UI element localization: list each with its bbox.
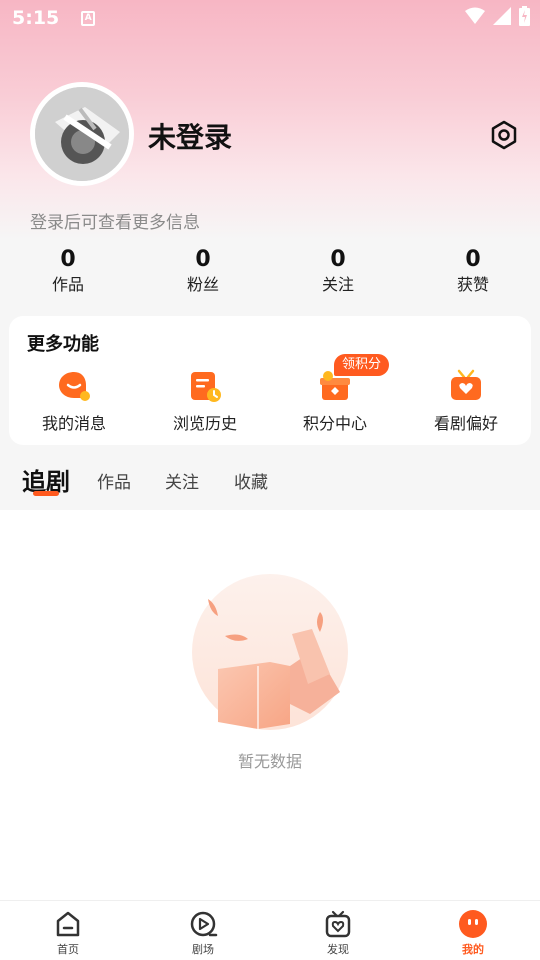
feature-messages[interactable]: 我的消息 [9, 368, 139, 438]
active-tab-indicator [33, 491, 59, 496]
status-time: 5:15 [12, 7, 60, 29]
more-features-card: 更多功能 我的消息 浏览历史 积分中心 看剧偏好 [9, 316, 531, 445]
stats-row: 0 作品 0 粉丝 0 关注 0 获赞 [0, 246, 540, 302]
stat-works[interactable]: 0 作品 [8, 246, 128, 296]
default-avatar-icon [35, 87, 129, 181]
profile-icon [459, 910, 487, 938]
nav-discover[interactable]: 发现 [298, 909, 378, 957]
profile-tabs: 追剧 作品 关注 收藏 [0, 456, 540, 510]
signal-icon [493, 7, 511, 25]
theater-icon [190, 911, 218, 937]
feature-history[interactable]: 浏览历史 [140, 368, 270, 438]
nav-label: 发现 [327, 943, 349, 956]
stat-likes[interactable]: 0 获赞 [413, 246, 533, 296]
feature-label: 看剧偏好 [433, 414, 498, 433]
feature-points[interactable]: 积分中心 [270, 368, 400, 438]
more-features-title: 更多功能 [27, 334, 99, 355]
stat-value: 0 [195, 247, 211, 272]
nav-home[interactable]: 首页 [28, 909, 108, 957]
feature-label: 浏览历史 [172, 414, 237, 433]
battery-icon [519, 6, 530, 26]
nav-profile[interactable]: 我的 [433, 909, 513, 957]
status-icons [465, 6, 530, 26]
tab-content: 暂无数据 [0, 510, 540, 900]
history-icon [191, 372, 221, 402]
wifi-icon [465, 7, 485, 24]
empty-state-text: 暂无数据 [237, 752, 302, 771]
notification-a-icon: A [81, 10, 96, 26]
preference-icon [451, 369, 481, 400]
message-icon [59, 372, 90, 401]
stat-value: 0 [465, 247, 481, 272]
nav-label: 剧场 [192, 943, 214, 956]
stat-fans[interactable]: 0 粉丝 [143, 246, 263, 296]
stat-following[interactable]: 0 关注 [278, 246, 398, 296]
login-hint: 登录后可查看更多信息 [30, 213, 200, 233]
stat-label: 粉丝 [186, 275, 219, 294]
settings-icon[interactable] [488, 119, 520, 151]
bottom-nav: 首页 剧场 发现 我的 [0, 900, 540, 960]
home-icon [56, 911, 80, 937]
stat-label: 关注 [321, 275, 354, 294]
feature-label: 积分中心 [302, 414, 367, 433]
tab-favorites[interactable]: 收藏 [234, 468, 268, 493]
discover-icon [325, 910, 351, 938]
feature-label: 我的消息 [41, 414, 106, 433]
nav-theater[interactable]: 剧场 [163, 909, 243, 957]
tab-works[interactable]: 作品 [97, 468, 131, 493]
points-badge[interactable]: 领积分 [334, 354, 390, 376]
stat-label: 作品 [51, 275, 84, 294]
stat-value: 0 [60, 247, 76, 272]
stat-value: 0 [330, 247, 346, 272]
nav-label: 首页 [57, 943, 79, 956]
feature-preference[interactable]: 看剧偏好 [401, 368, 531, 438]
avatar[interactable] [30, 82, 134, 186]
status-bar: 5:15 A [0, 0, 540, 36]
nav-label: 我的 [462, 943, 484, 956]
tab-follow[interactable]: 关注 [165, 468, 199, 493]
username[interactable]: 未登录 [148, 116, 232, 156]
avatar-image [35, 87, 129, 181]
stat-label: 获赞 [456, 275, 489, 294]
empty-box-illustration [192, 574, 348, 730]
